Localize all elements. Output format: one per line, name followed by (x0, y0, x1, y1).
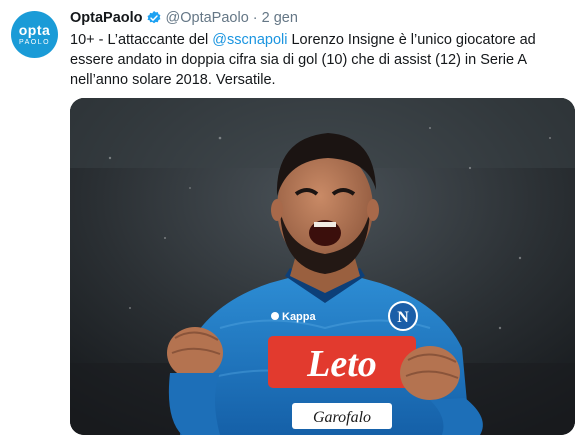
avatar[interactable]: opta PAOLO (11, 11, 58, 58)
sponsor-logo: Leto (306, 343, 377, 385)
timestamp[interactable]: 2 gen (262, 10, 298, 26)
svg-text:N: N (397, 309, 409, 326)
separator-dot: · (252, 10, 258, 26)
shirt-lower-text: Garofalo (313, 409, 371, 426)
avatar-logo-text: opta (18, 21, 51, 38)
avatar-logo-subtext: PAOLO (18, 38, 51, 46)
handle[interactable]: @OptaPaolo (166, 10, 249, 26)
tweet[interactable]: opta PAOLO OptaPaolo @OptaPaolo · 2 gen … (0, 0, 584, 440)
tweet-text: 10+ - L’attaccante del @sscnapoli Lorenz… (70, 30, 575, 90)
mention-link[interactable]: @sscnapoli (212, 32, 287, 48)
tweet-photo[interactable]: Kappa N Leto Garofalo (70, 98, 575, 435)
display-name[interactable]: OptaPaolo (70, 10, 143, 26)
tweet-text-start: 10+ - L’attaccante del (70, 32, 213, 48)
verified-badge-icon (146, 10, 162, 26)
kit-brand-logo: Kappa (282, 311, 317, 323)
tweet-header: OptaPaolo @OptaPaolo · 2 gen (70, 8, 298, 28)
